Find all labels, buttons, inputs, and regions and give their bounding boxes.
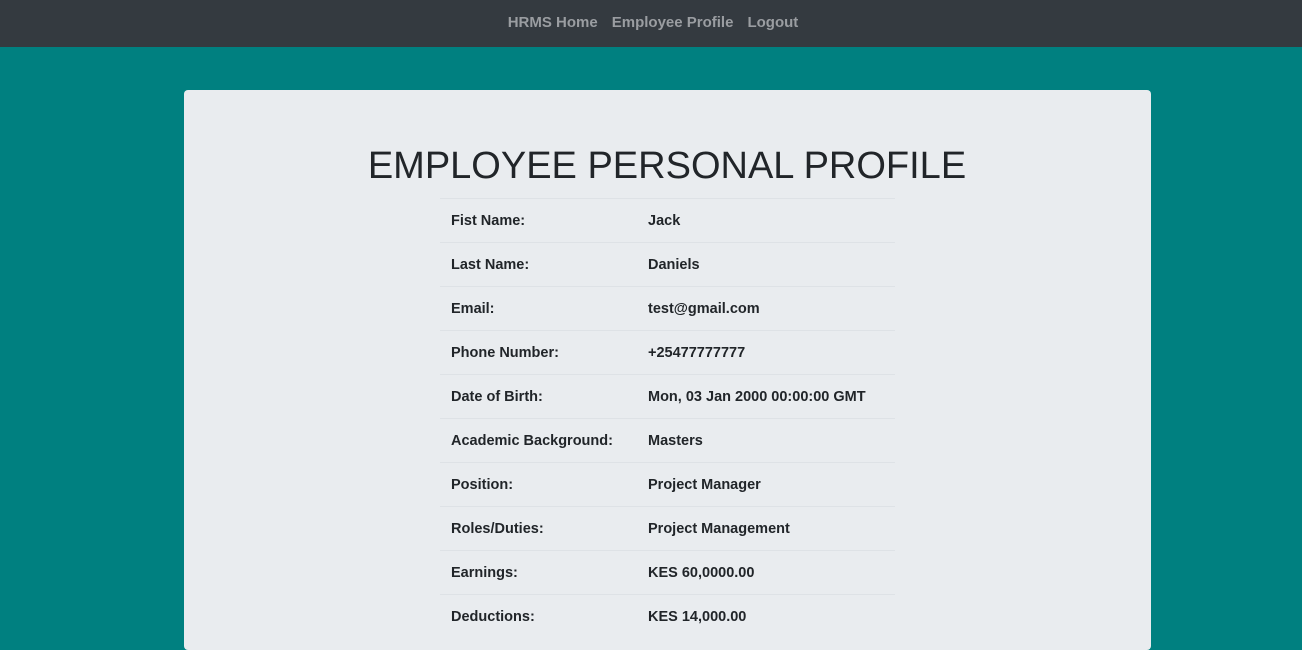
row-label-date-of-birth: Date of Birth: <box>440 374 637 419</box>
profile-table: Fist Name: Jack Last Name: Daniels Email… <box>440 198 895 638</box>
table-row: Academic Background: Masters <box>440 418 895 463</box>
row-value-deductions: KES 14,000.00 <box>637 594 895 638</box>
row-value-earnings: KES 60,0000.00 <box>637 550 895 595</box>
row-value-first-name: Jack <box>637 198 895 243</box>
row-value-academic-background: Masters <box>637 418 895 463</box>
table-row: Earnings: KES 60,0000.00 <box>440 550 895 595</box>
nav-link-employee-profile[interactable]: Employee Profile <box>612 14 734 31</box>
nav-link-hrms-home[interactable]: HRMS Home <box>508 14 598 31</box>
row-label-deductions: Deductions: <box>440 594 637 638</box>
table-row: Email: test@gmail.com <box>440 286 895 331</box>
row-value-phone: +25477777777 <box>637 330 895 375</box>
row-value-email: test@gmail.com <box>637 286 895 331</box>
row-label-roles-duties: Roles/Duties: <box>440 506 637 551</box>
row-label-email: Email: <box>440 286 637 331</box>
row-value-last-name: Daniels <box>637 242 895 287</box>
row-value-date-of-birth: Mon, 03 Jan 2000 00:00:00 GMT <box>637 374 895 419</box>
nav-link-logout[interactable]: Logout <box>747 14 798 31</box>
table-row: Roles/Duties: Project Management <box>440 506 895 551</box>
table-row: Fist Name: Jack <box>440 198 895 243</box>
page-title: EMPLOYEE PERSONAL PROFILE <box>367 145 967 187</box>
table-row: Phone Number: +25477777777 <box>440 330 895 375</box>
row-value-position: Project Manager <box>637 462 895 507</box>
row-label-first-name: Fist Name: <box>440 198 637 243</box>
row-label-last-name: Last Name: <box>440 242 637 287</box>
table-row: Date of Birth: Mon, 03 Jan 2000 00:00:00… <box>440 374 895 419</box>
row-label-academic-background: Academic Background: <box>440 418 637 463</box>
nav-links: HRMS Home Employee Profile Logout <box>508 14 799 31</box>
row-label-position: Position: <box>440 462 637 507</box>
row-label-phone: Phone Number: <box>440 330 637 375</box>
row-value-roles-duties: Project Management <box>637 506 895 551</box>
table-row: Deductions: KES 14,000.00 <box>440 594 895 638</box>
top-navbar: HRMS Home Employee Profile Logout <box>0 0 1302 47</box>
table-row: Position: Project Manager <box>440 462 895 507</box>
row-label-earnings: Earnings: <box>440 550 637 595</box>
table-row: Last Name: Daniels <box>440 242 895 287</box>
